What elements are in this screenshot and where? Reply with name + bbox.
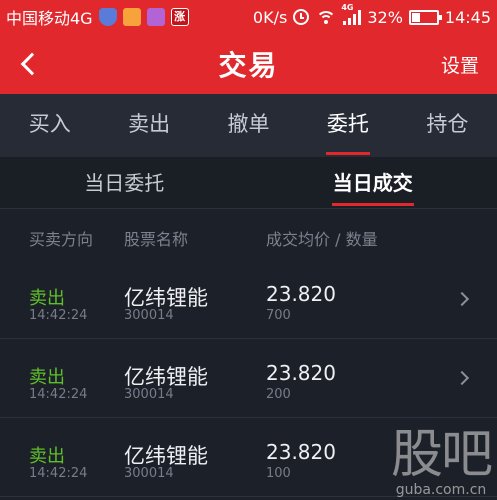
trade-direction: 卖出 — [29, 288, 65, 309]
trade-time: 14:42:24 — [29, 387, 88, 402]
main-tab-bar: 买入 卖出 撤单 委托 持仓 — [0, 94, 497, 157]
alarm-icon — [293, 9, 310, 25]
watermark-logo: 股吧 — [390, 425, 493, 485]
column-header-stock-name: 股票名称 — [124, 230, 189, 249]
network-type-label: 4G — [341, 3, 354, 12]
trade-time: 14:42:24 — [29, 308, 88, 323]
tab-today-orders[interactable]: 当日委托 — [0, 157, 249, 208]
column-header-direction: 买卖方向 — [29, 230, 94, 249]
stock-code: 300014 — [124, 387, 174, 402]
page-title: 交易 — [218, 49, 279, 82]
avg-price: 23.820 — [266, 282, 336, 306]
tab-today-trades[interactable]: 当日成交 — [249, 157, 497, 208]
trade-time: 14:42:24 — [29, 466, 88, 481]
clock-time: 14:45 — [444, 7, 491, 27]
tab-positions[interactable]: 持仓 — [398, 94, 497, 157]
sub-tab-bar: 当日委托 当日成交 — [0, 157, 497, 209]
table-row[interactable]: 卖出 14:42:24 亿纬锂能 300014 23.820 200 — [0, 339, 497, 418]
trade-direction: 卖出 — [29, 367, 65, 388]
tab-buy[interactable]: 买入 — [0, 94, 99, 157]
carrier-label: 中国移动4G — [6, 9, 93, 28]
chevron-right-icon — [454, 291, 470, 307]
table-row[interactable]: 卖出 14:42:24 亿纬锂能 300014 23.820 700 — [0, 260, 497, 339]
avg-price: 23.820 — [266, 361, 336, 385]
network-speed: 0K/s — [252, 7, 288, 27]
shield-icon — [98, 8, 117, 26]
trade-quantity: 100 — [266, 466, 291, 481]
app-header: 交易 设置 — [0, 34, 497, 94]
watermark: 股吧 guba.com.cn — [390, 425, 493, 498]
stock-code: 300014 — [124, 308, 174, 323]
chevron-right-icon — [454, 370, 470, 386]
chevron-left-icon — [20, 52, 44, 76]
back-button[interactable] — [14, 48, 44, 80]
battery-icon — [408, 9, 442, 25]
battery-level-fill — [411, 12, 420, 22]
status-bar: 中国移动4G 涨 0K/s 4G 32% 14:45 — [0, 0, 497, 34]
column-header-price-quantity: 成交均价 / 数量 — [266, 230, 378, 249]
table-header: 买卖方向 股票名称 成交均价 / 数量 — [0, 210, 497, 260]
stock-notification-icon: 涨 — [170, 8, 189, 26]
wifi-icon — [315, 9, 337, 25]
trade-quantity: 200 — [266, 387, 291, 402]
tab-orders[interactable]: 委托 — [298, 94, 397, 157]
trade-quantity: 700 — [266, 308, 291, 323]
stock-code: 300014 — [124, 466, 174, 481]
trade-direction: 卖出 — [29, 446, 65, 467]
tab-cancel-order[interactable]: 撤单 — [199, 94, 298, 157]
app-notification-icon — [122, 8, 141, 26]
avg-price: 23.820 — [266, 440, 336, 464]
settings-button[interactable]: 设置 — [441, 51, 479, 78]
battery-percent: 32% — [367, 7, 403, 27]
gallery-notification-icon — [146, 8, 165, 26]
tab-sell[interactable]: 卖出 — [99, 94, 198, 157]
watermark-site: guba.com.cn — [395, 482, 487, 498]
cell-signal-icon: 4G — [341, 3, 362, 25]
